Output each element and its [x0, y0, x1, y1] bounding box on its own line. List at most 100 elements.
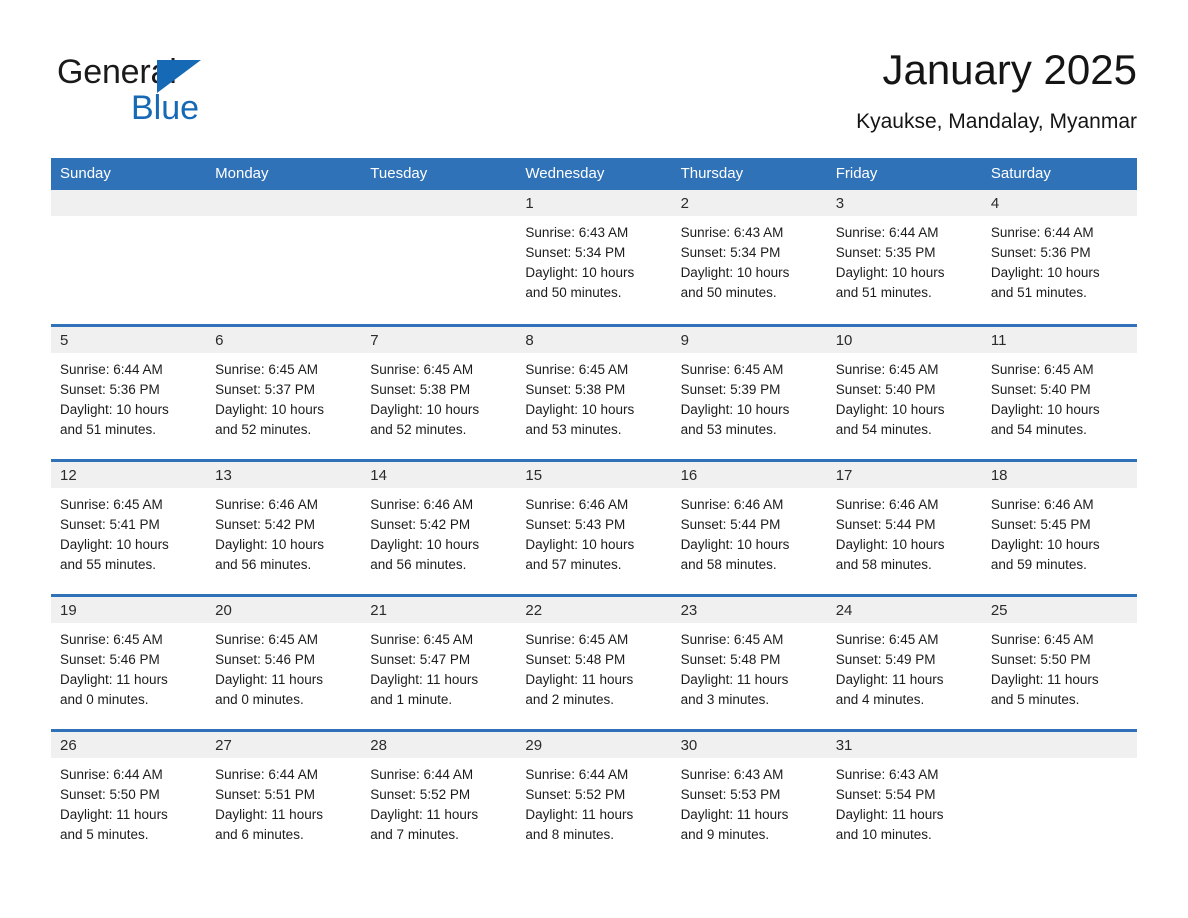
day-number: 7	[361, 326, 517, 353]
daylight-text-line1: Daylight: 11 hours	[835, 806, 944, 822]
calendar-day-cell[interactable]: 13 Sunrise: 6:46 AM Sunset: 5:42 PM Dayligh…	[206, 458, 362, 595]
calendar-day-cell[interactable]: 18 Sunrise: 6:46 AM Sunset: 5:45 PM Dayligh…	[981, 458, 1137, 595]
calendar-day-cell[interactable]: 21 Sunrise: 6:45 AM Sunset: 5:47 PM Dayligh…	[361, 593, 517, 730]
day-number: 23	[671, 596, 827, 623]
calendar-day-cell[interactable]: 14 Sunrise: 6:46 AM Sunset: 5:42 PM Dayligh…	[361, 458, 517, 595]
daylight-text-line2: and 7 minutes.	[370, 826, 459, 842]
calendar-day-cell[interactable]: 10 Sunrise: 6:45 AM Sunset: 5:40 PM Dayligh…	[826, 323, 982, 460]
sunset-text: Sunset: 5:52 PM	[370, 786, 471, 802]
sunrise-text: Sunrise: 6:43 AM	[680, 766, 784, 782]
calendar-day-cell[interactable]: 20 Sunrise: 6:45 AM Sunset: 5:46 PM Dayligh…	[206, 593, 362, 730]
daylight-text-line2: and 58 minutes.	[835, 556, 932, 572]
sunrise-text: Sunrise: 6:46 AM	[990, 496, 1094, 512]
calendar-day-cell[interactable]: 19 Sunrise: 6:45 AM Sunset: 5:46 PM Dayligh…	[51, 593, 207, 730]
calendar-day-cell[interactable]: 9 Sunrise: 6:45 AM Sunset: 5:39 PM Daylight…	[671, 323, 827, 460]
daylight-text-line1: Daylight: 11 hours	[680, 671, 789, 687]
sunrise-text: Sunrise: 6:45 AM	[680, 631, 784, 647]
sunset-text: Sunset: 5:41 PM	[60, 516, 160, 532]
daylight-text-line1: Daylight: 10 hours	[60, 536, 169, 552]
day-number: 21	[361, 596, 517, 623]
sunset-text: Sunset: 5:49 PM	[835, 651, 936, 667]
calendar-day-cell[interactable]: 5 Sunrise: 6:44 AM Sunset: 5:36 PM Daylight…	[51, 323, 207, 460]
sunrise-text: Sunrise: 6:46 AM	[680, 496, 784, 512]
calendar-day-cell[interactable]: 26 Sunrise: 6:44 AM Sunset: 5:50 PM Dayligh…	[51, 728, 207, 865]
day-number: 22	[516, 596, 672, 623]
calendar-day-cell[interactable]: 15 Sunrise: 6:46 AM Sunset: 5:43 PM Dayligh…	[516, 458, 672, 595]
calendar-day-cell[interactable]: 1 Sunrise: 6:43 AM Sunset: 5:34 PM Daylight…	[516, 190, 672, 325]
sunset-text: Sunset: 5:34 PM	[680, 245, 781, 260]
calendar-day-cell[interactable]: 31 Sunrise: 6:43 AM Sunset: 5:54 PM Dayligh…	[826, 728, 982, 865]
day-sun-info: Sunrise: 6:45 AM Sunset: 5:46 PM Daylight:…	[206, 623, 361, 710]
daylight-text-line1: Daylight: 10 hours	[370, 536, 480, 552]
sunrise-text: Sunrise: 6:45 AM	[370, 361, 474, 377]
daylight-text-line2: and 5 minutes.	[60, 826, 149, 842]
day-number: 9	[671, 326, 827, 353]
sunset-text: Sunset: 5:34 PM	[525, 245, 626, 260]
day-number: 16	[671, 461, 827, 488]
calendar-page: General Blue January 2025 Kyaukse, Manda…	[0, 0, 1188, 918]
sunset-text: Sunset: 5:50 PM	[990, 651, 1091, 667]
sunrise-text: Sunrise: 6:45 AM	[990, 361, 1094, 377]
day-sun-info: Sunrise: 6:46 AM Sunset: 5:42 PM Daylight:…	[206, 488, 361, 575]
daylight-text-line1: Daylight: 10 hours	[525, 401, 635, 417]
logo-text-blue: Blue	[131, 89, 200, 127]
calendar-day-cell[interactable]: 4 Sunrise: 6:44 AM Sunset: 5:36 PM Daylight…	[981, 190, 1137, 325]
day-number	[981, 731, 1137, 758]
calendar-day-cell[interactable]: 23 Sunrise: 6:45 AM Sunset: 5:48 PM Dayligh…	[671, 593, 827, 730]
title-block: January 2025 Kyaukse, Mandalay, Myanmar	[856, 44, 1137, 136]
weekday-header-sunday: Sunday	[51, 158, 207, 190]
calendar-day-cell[interactable]: 25 Sunrise: 6:45 AM Sunset: 5:50 PM Dayligh…	[981, 593, 1137, 730]
sunrise-text: Sunrise: 6:43 AM	[835, 766, 939, 782]
sunset-text: Sunset: 5:45 PM	[990, 516, 1091, 532]
sunset-text: Sunset: 5:52 PM	[525, 786, 626, 802]
day-number	[206, 190, 362, 216]
day-sun-info: Sunrise: 6:46 AM Sunset: 5:45 PM Daylight:…	[982, 488, 1137, 575]
sunset-text: Sunset: 5:42 PM	[215, 516, 315, 532]
sunrise-text: Sunrise: 6:46 AM	[525, 496, 629, 512]
sunset-text: Sunset: 5:44 PM	[835, 516, 936, 532]
sunset-text: Sunset: 5:40 PM	[835, 381, 936, 397]
day-number: 27	[206, 731, 362, 758]
sunrise-text: Sunrise: 6:45 AM	[680, 361, 784, 377]
calendar-day-cell[interactable]: 2 Sunrise: 6:43 AM Sunset: 5:34 PM Daylight…	[671, 190, 827, 325]
calendar-day-cell[interactable]: 30 Sunrise: 6:43 AM Sunset: 5:53 PM Dayligh…	[671, 728, 827, 865]
calendar-day-cell[interactable]: 22 Sunrise: 6:45 AM Sunset: 5:48 PM Dayligh…	[516, 593, 672, 730]
day-sun-info: Sunrise: 6:45 AM Sunset: 5:47 PM Daylight:…	[361, 623, 516, 710]
daylight-text-line1: Daylight: 11 hours	[215, 806, 323, 822]
calendar-day-cell[interactable]: 8 Sunrise: 6:45 AM Sunset: 5:38 PM Daylight…	[516, 323, 672, 460]
day-number: 25	[981, 596, 1137, 623]
weekday-header-row: Sunday Monday Tuesday Wednesday Thursday…	[51, 158, 1137, 190]
daylight-text-line2: and 10 minutes.	[835, 826, 932, 842]
calendar-day-cell[interactable]: 17 Sunrise: 6:46 AM Sunset: 5:44 PM Dayligh…	[826, 458, 982, 595]
sunrise-text: Sunrise: 6:45 AM	[835, 361, 939, 377]
calendar-day-cell[interactable]: 12 Sunrise: 6:45 AM Sunset: 5:41 PM Dayligh…	[51, 458, 207, 595]
day-sun-info: Sunrise: 6:44 AM Sunset: 5:36 PM Daylight:…	[982, 216, 1137, 303]
calendar-day-cell[interactable]: 29 Sunrise: 6:44 AM Sunset: 5:52 PM Dayligh…	[516, 728, 672, 865]
daylight-text-line1: Daylight: 11 hours	[525, 671, 634, 687]
sunset-text: Sunset: 5:37 PM	[215, 381, 315, 397]
sunset-text: Sunset: 5:39 PM	[680, 381, 781, 397]
calendar-day-cell[interactable]: 28 Sunrise: 6:44 AM Sunset: 5:52 PM Dayligh…	[361, 728, 517, 865]
day-sun-info: Sunrise: 6:45 AM Sunset: 5:40 PM Daylight:…	[827, 353, 982, 440]
calendar-day-cell[interactable]: 27 Sunrise: 6:44 AM Sunset: 5:51 PM Dayligh…	[206, 728, 362, 865]
sunrise-text: Sunrise: 6:45 AM	[215, 361, 318, 377]
daylight-text-line2: and 6 minutes.	[215, 826, 304, 842]
calendar-empty-cell	[206, 190, 362, 325]
sunset-text: Sunset: 5:38 PM	[525, 381, 626, 397]
daylight-text-line2: and 57 minutes.	[525, 556, 622, 572]
sunrise-text: Sunrise: 6:43 AM	[525, 225, 629, 240]
day-number: 11	[981, 326, 1137, 353]
day-number: 10	[826, 326, 982, 353]
calendar-day-cell[interactable]: 11 Sunrise: 6:45 AM Sunset: 5:40 PM Dayligh…	[981, 323, 1137, 460]
calendar-day-cell[interactable]: 24 Sunrise: 6:45 AM Sunset: 5:49 PM Dayligh…	[826, 593, 982, 730]
calendar-day-cell[interactable]: 3 Sunrise: 6:44 AM Sunset: 5:35 PM Daylight…	[826, 190, 982, 325]
general-blue-logo[interactable]: General Blue	[57, 52, 357, 130]
calendar-day-cell[interactable]: 7 Sunrise: 6:45 AM Sunset: 5:38 PM Daylight…	[361, 323, 517, 460]
daylight-text-line2: and 59 minutes.	[990, 556, 1087, 572]
sunset-text: Sunset: 5:46 PM	[215, 651, 315, 667]
calendar-day-cell[interactable]: 6 Sunrise: 6:45 AM Sunset: 5:37 PM Daylight…	[206, 323, 362, 460]
daylight-text-line2: and 52 minutes.	[370, 421, 467, 437]
calendar-day-cell[interactable]: 16 Sunrise: 6:46 AM Sunset: 5:44 PM Dayligh…	[671, 458, 827, 595]
day-number: 12	[51, 461, 207, 488]
day-number: 3	[826, 190, 982, 216]
